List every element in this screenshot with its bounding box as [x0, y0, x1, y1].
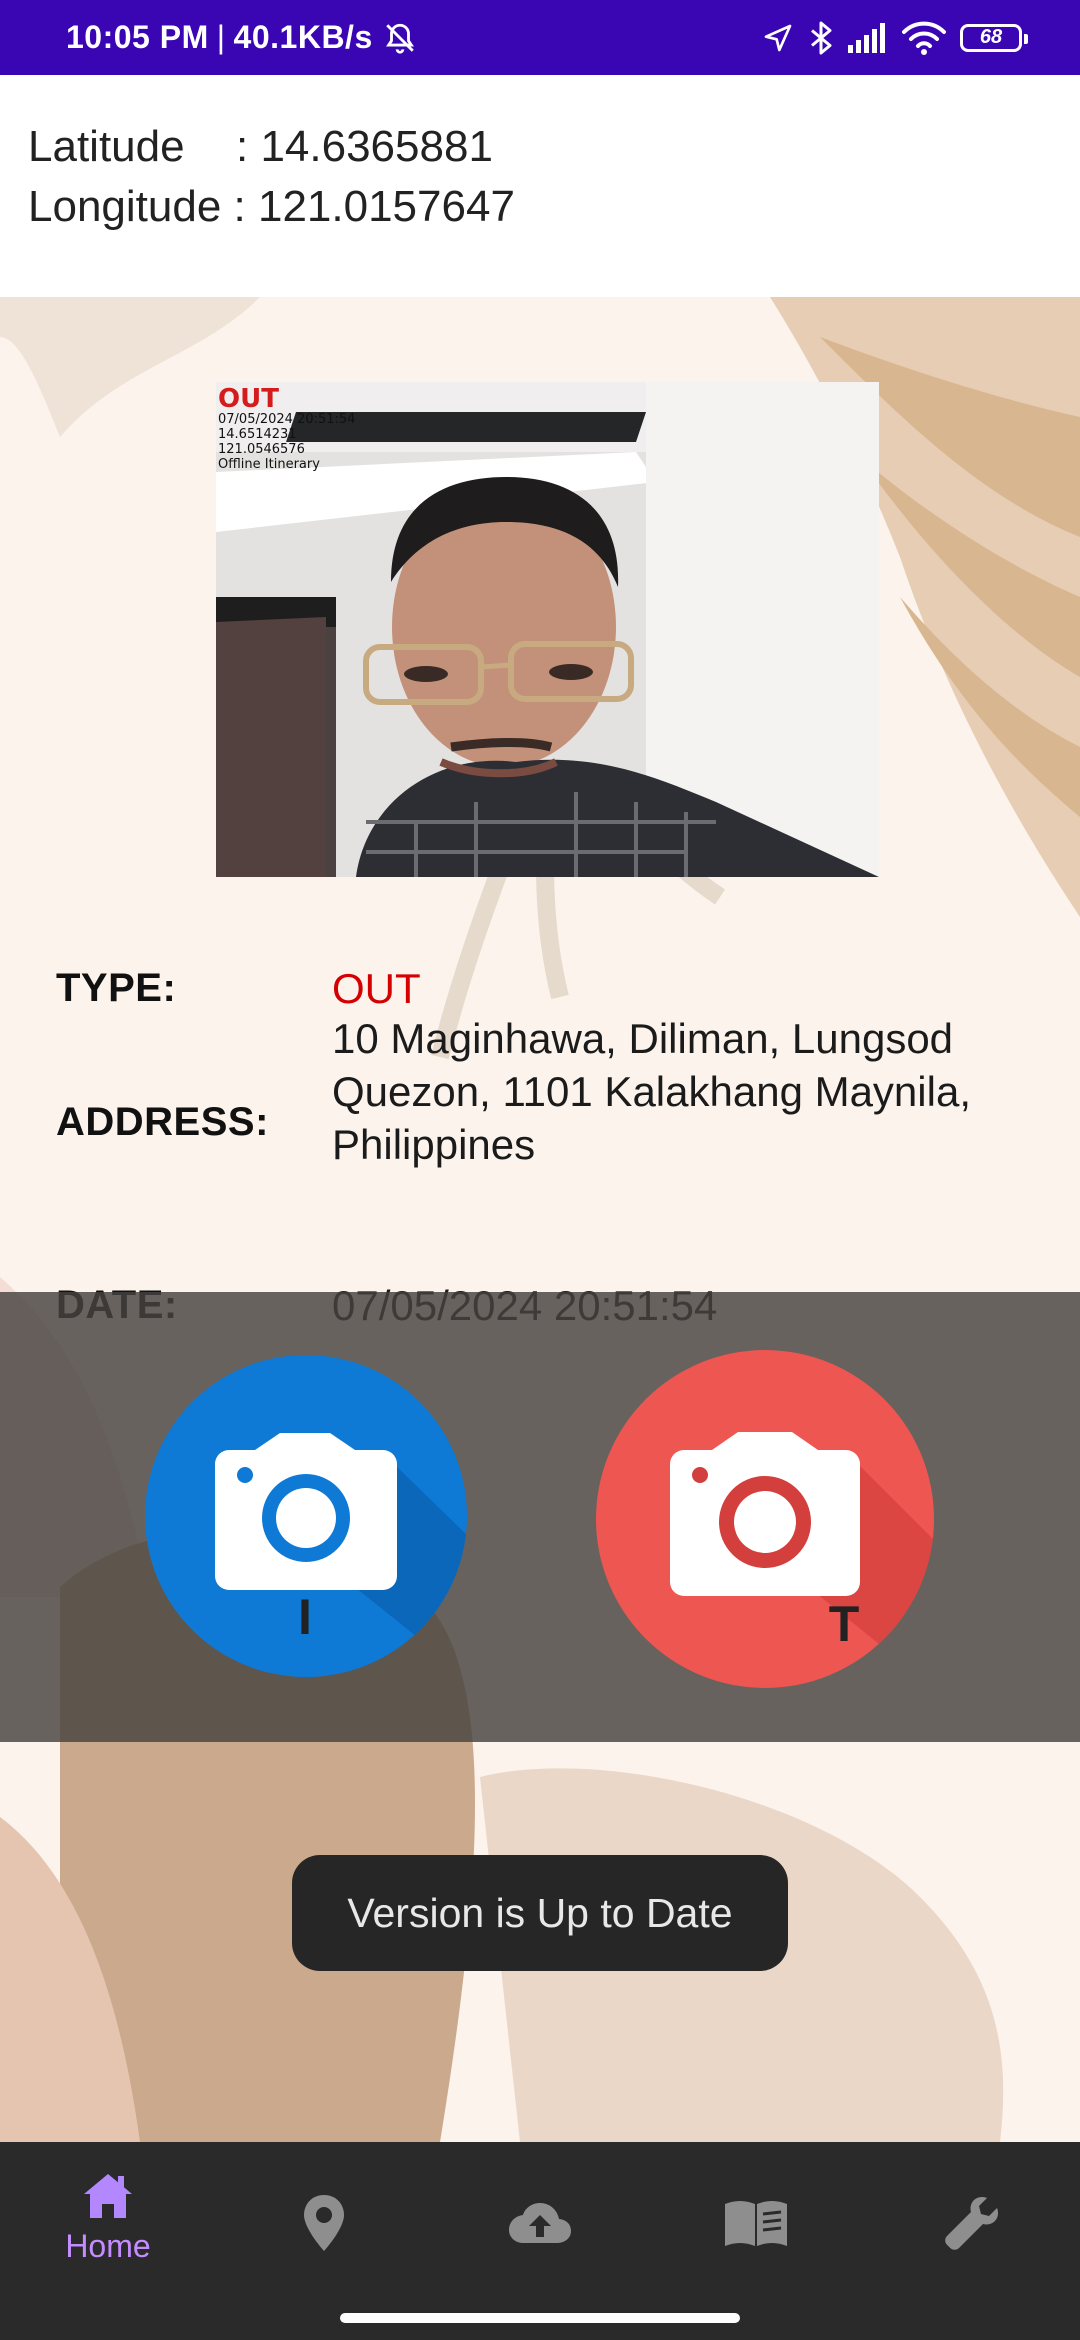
bluetooth-icon — [811, 21, 832, 54]
time-in-label: I — [298, 1589, 314, 1645]
latitude-row: Latitude : 14.6365881 — [28, 122, 493, 172]
stamp-type: OUT — [218, 384, 279, 414]
address-value: 10 Maginhawa, Diliman, Lungsod Quezon, 1… — [332, 1015, 971, 1168]
location-arrow-icon — [764, 24, 792, 51]
stamp-note: Offline Itinerary — [218, 457, 320, 472]
status-net-speed: 40.1KB/s — [233, 19, 373, 55]
stamp-latitude: 14.6514231 — [218, 427, 297, 442]
toast-text: Version is Up to Date — [347, 1889, 733, 1936]
status-separator: | — [216, 19, 226, 55]
coordinates-panel: Latitude : 14.6365881 Longitude : 121.015… — [0, 75, 1080, 297]
status-left: 10:05 PM | 40.1KB/s — [66, 0, 417, 75]
time-out-camera-button[interactable]: T — [596, 1350, 934, 1688]
nav-home[interactable]: Home — [0, 2142, 216, 2292]
bell-off-icon — [385, 23, 414, 54]
stamp-datetime: 07/05/2024 20:51:54 — [218, 412, 356, 427]
longitude-label: Longitude — [28, 182, 222, 231]
nav-location[interactable] — [216, 2142, 432, 2304]
status-bar: 10:05 PM | 40.1KB/s 68 — [0, 0, 1080, 75]
address-label: ADDRESS: — [56, 1100, 269, 1144]
stamp-longitude: 121.0546576 — [218, 442, 305, 457]
location-pin-icon — [304, 2195, 344, 2251]
nav-home-label: Home — [65, 2227, 151, 2264]
attendance-photo: OUT 07/05/2024 20:51:54 14.6514231 121.0… — [216, 382, 879, 877]
bottom-navigation: Home — [0, 2142, 1080, 2340]
toast-message: Version is Up to Date — [292, 1855, 788, 1971]
type-label: TYPE: — [56, 966, 177, 1010]
longitude-value: : 121.0157647 — [233, 182, 515, 231]
nav-settings[interactable] — [864, 2142, 1080, 2304]
cloud-upload-icon — [509, 2203, 571, 2243]
latitude-label: Latitude — [28, 122, 185, 171]
nav-itinerary[interactable] — [648, 2142, 864, 2304]
photo-stamp: OUT 07/05/2024 20:51:54 14.6514231 121.0… — [218, 386, 355, 472]
wifi-icon — [902, 21, 946, 55]
battery-level: 68 — [979, 26, 1003, 48]
wrench-icon — [945, 2197, 998, 2250]
home-icon — [84, 2173, 132, 2218]
nav-upload[interactable] — [432, 2142, 648, 2304]
status-right: 68 — [762, 0, 1028, 75]
time-in-camera-button[interactable]: I — [145, 1355, 467, 1677]
latitude-value: : 14.6365881 — [236, 122, 493, 171]
longitude-row: Longitude : 121.0157647 — [28, 182, 515, 232]
type-value: OUT — [332, 965, 421, 1012]
signal-icon — [848, 22, 885, 53]
time-out-label: T — [828, 1596, 862, 1652]
battery-icon: 68 — [960, 23, 1028, 52]
home-indicator-bar[interactable] — [340, 2313, 740, 2323]
status-time: 10:05 PM — [66, 19, 209, 55]
book-icon — [725, 2201, 787, 2246]
